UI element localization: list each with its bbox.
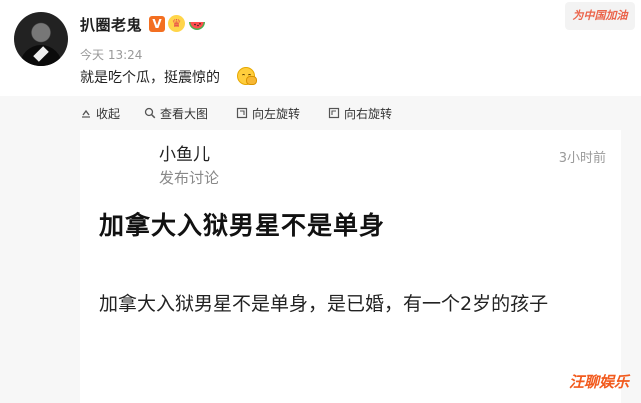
- view-large-button[interactable]: 查看大图: [144, 105, 208, 121]
- username[interactable]: 扒圈老鬼: [80, 14, 142, 35]
- card-author: 小鱼儿: [159, 145, 210, 165]
- watermark-bottom: 汪聊娱乐: [568, 373, 629, 391]
- rotate-left-label: 向左旋转: [252, 106, 301, 121]
- emoji-hand-icon: [246, 76, 257, 85]
- card-subtitle: 发布讨论: [159, 169, 220, 187]
- rotate-right-label: 向右旋转: [344, 106, 393, 121]
- watermark-top: 为中国加油: [565, 2, 635, 30]
- card-body: 加拿大入狱男星不是单身，是已婚，有一个2岁的孩子: [99, 293, 549, 315]
- post-header: 扒圈老鬼 V ♛ 今天 13:24 就是吃个瓜，挺震惊的 为中国加油: [0, 0, 641, 96]
- card-time: 3小时前: [558, 151, 606, 166]
- post-timestamp[interactable]: 今天 13:24: [80, 46, 142, 63]
- post-text: 就是吃个瓜，挺震惊的: [80, 70, 220, 86]
- rotate-left-icon: [236, 107, 248, 119]
- collapse-button[interactable]: 收起: [80, 105, 120, 121]
- watermelon-icon: [189, 22, 205, 30]
- crown-icon: ♛: [168, 15, 185, 32]
- verified-icon: V: [149, 16, 165, 32]
- image-toolbar: 收起 查看大图 向左旋转 向右旋转: [0, 96, 641, 130]
- search-icon: [144, 107, 156, 119]
- avatar[interactable]: [14, 12, 68, 66]
- rotate-right-icon: [328, 107, 340, 119]
- collapse-label: 收起: [96, 106, 121, 121]
- rotate-left-button[interactable]: 向左旋转: [236, 105, 300, 121]
- post-image[interactable]: 小鱼儿 发布讨论 3小时前 加拿大入狱男星不是单身 加拿大入狱男星不是单身，是已…: [80, 130, 621, 403]
- media-area: 收起 查看大图 向左旋转 向右旋转 小鱼儿 发布讨论 3小时前 加拿大入狱男星不…: [0, 96, 641, 403]
- collapse-icon: [82, 109, 90, 118]
- view-large-label: 查看大图: [160, 106, 209, 121]
- card-title: 加拿大入狱男星不是单身: [99, 211, 386, 240]
- rotate-right-button[interactable]: 向右旋转: [328, 105, 392, 121]
